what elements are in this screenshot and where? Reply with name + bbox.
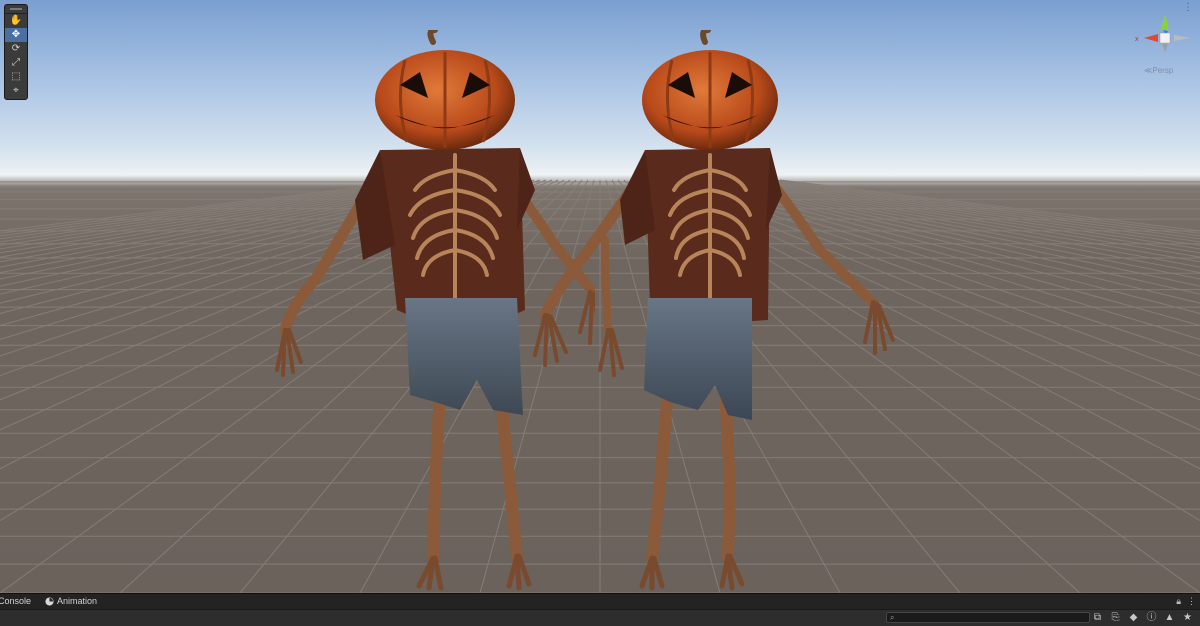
projection-label[interactable]: ≪Persp	[1144, 66, 1173, 75]
filter-icon[interactable]: ⧉	[1092, 611, 1103, 625]
more-options-icon[interactable]: ⋮	[1187, 596, 1196, 607]
axis-gizmo-icon[interactable]: x	[1130, 4, 1200, 68]
toolbox-grip[interactable]	[5, 5, 27, 14]
bottom-tabbar: Console Animation 🔒︎ ⋮	[0, 594, 1200, 610]
move-tool-icon[interactable]: ✥	[5, 28, 27, 42]
console-tab-label: Console	[0, 596, 32, 606]
rotate-tool-icon[interactable]: ⟳	[5, 42, 27, 56]
tag-icon[interactable]: ◆	[1128, 611, 1139, 625]
pumpkin-skeleton-right[interactable]	[530, 30, 910, 593]
info-icon[interactable]: ⓘ	[1146, 611, 1157, 625]
bottom-panel: Console Animation 🔒︎ ⋮ ⌕ ⧉ ⎘ ◆ ⓘ ▲ ★ ◉ 1…	[0, 593, 1200, 626]
animation-icon	[45, 597, 54, 606]
animation-tab-label: Animation	[57, 596, 98, 606]
orientation-gizmo[interactable]: ⋮ x ≪Persp	[1130, 0, 1200, 80]
scene-viewport[interactable]: ✋ ✥ ⟳ ⤢ ⬚ ⌖ ⋮ x ≪Persp	[0, 0, 1200, 593]
hand-tool-icon[interactable]: ✋	[5, 14, 27, 28]
transform-tool-icon[interactable]: ⌖	[5, 84, 27, 98]
search-icon: ⌕	[890, 613, 895, 622]
console-toolbar: ⌕ ⧉ ⎘ ◆ ⓘ ▲ ★ ◉ 14	[0, 610, 1200, 626]
gizmo-x-label: x	[1135, 36, 1139, 43]
scene-toolbox: ✋ ✥ ⟳ ⤢ ⬚ ⌖	[4, 4, 28, 100]
warning-icon[interactable]: ▲	[1164, 611, 1175, 625]
lock-icon[interactable]: 🔒︎	[1176, 596, 1181, 607]
scale-tool-icon[interactable]: ⤢	[5, 56, 27, 70]
tab-animation[interactable]: Animation	[39, 594, 105, 609]
console-search-input[interactable]	[886, 612, 1090, 623]
tab-console[interactable]: Console	[0, 594, 39, 609]
star-icon[interactable]: ★	[1182, 611, 1193, 625]
clear-icon[interactable]: ⎘	[1110, 611, 1121, 625]
rect-tool-icon[interactable]: ⬚	[5, 70, 27, 84]
